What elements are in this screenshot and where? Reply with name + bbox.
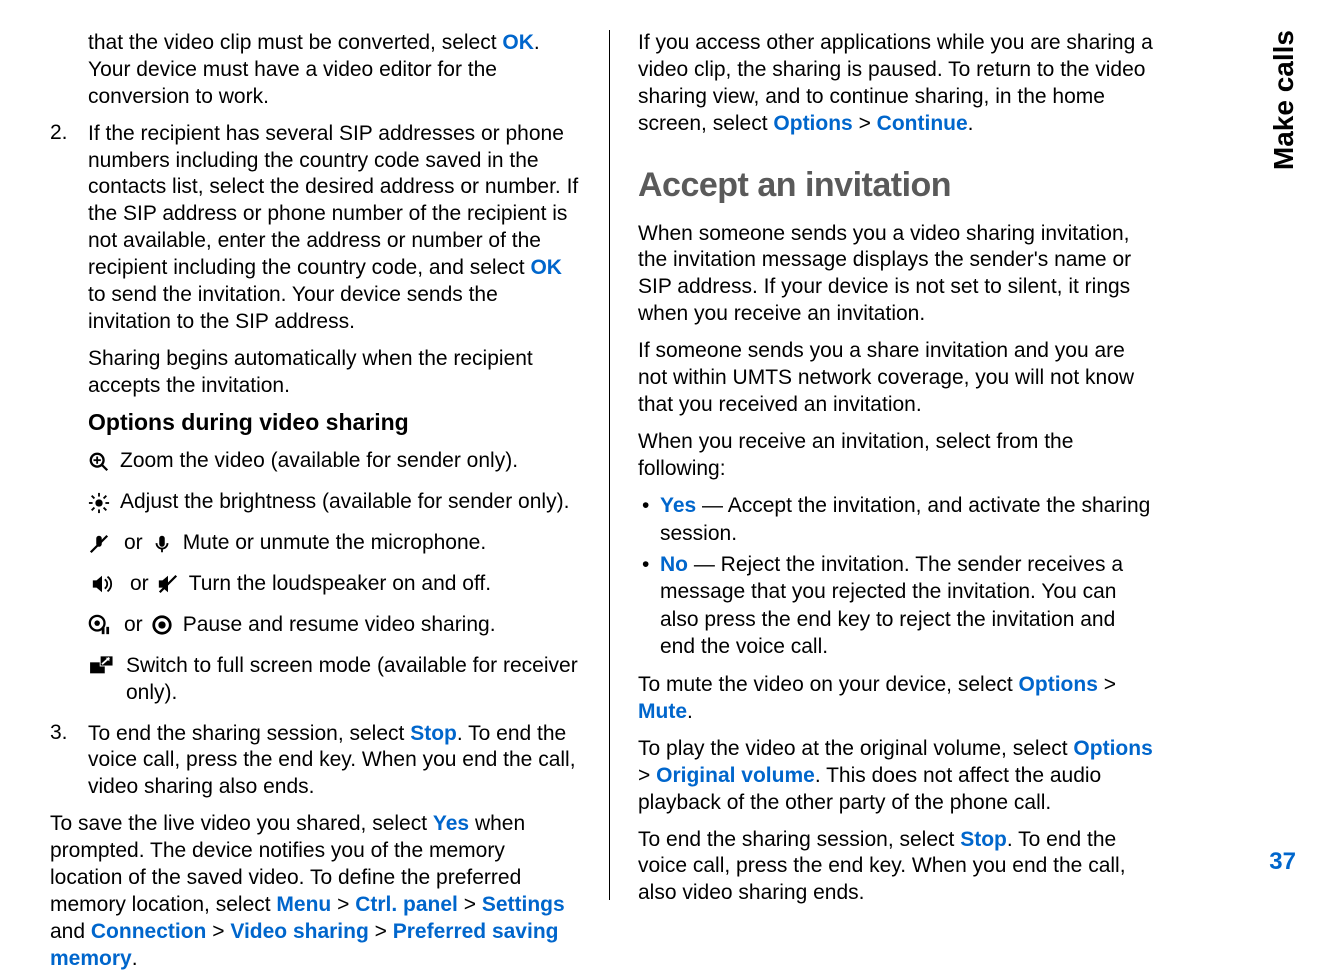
separator: > — [853, 112, 877, 135]
separator: > — [331, 893, 355, 916]
resume-icon — [151, 614, 173, 636]
action-stop: Stop — [410, 722, 457, 745]
action-stop: Stop — [960, 828, 1007, 851]
option-mute: or Mute or unmute the microphone. — [88, 530, 581, 557]
option-text: Zoom the video (available for sender onl… — [120, 448, 581, 475]
bullet-icon: • — [638, 492, 660, 547]
option-text: Mute or unmute the microphone. — [183, 530, 581, 557]
step-3: 3. To end the sharing session, select St… — [50, 721, 581, 802]
action-no: No — [660, 553, 688, 576]
fullscreen-icon — [88, 655, 116, 677]
step-3-body: To end the sharing session, select Stop.… — [88, 721, 581, 802]
action-menu: Menu — [276, 893, 331, 916]
text: To mute the video on your device, select — [638, 673, 1019, 696]
step-number: 2. — [50, 121, 88, 336]
speaker-on-icon — [88, 573, 116, 595]
option-fullscreen: Switch to full screen mode (available fo… — [88, 653, 581, 707]
paragraph-convert: that the video clip must be converted, s… — [88, 30, 581, 111]
action-ok: OK — [530, 256, 562, 279]
text: that the video clip must be converted, s… — [88, 31, 502, 54]
mic-icon — [151, 533, 173, 555]
option-text: Pause and resume video sharing. — [183, 612, 581, 639]
option-brightness: Adjust the brightness (available for sen… — [88, 489, 581, 516]
step-2: 2. If the recipient has several SIP addr… — [50, 121, 581, 336]
paragraph-other-apps: If you access other applications while y… — [638, 30, 1153, 138]
paragraph-invitation-intro: When someone sends you a video sharing i… — [638, 221, 1153, 329]
bullet-body: No — Reject the invitation. The sender r… — [660, 551, 1153, 660]
action-options: Options — [1019, 673, 1098, 696]
or-text: or — [124, 530, 143, 557]
separator: > — [206, 920, 230, 943]
text: To end the sharing session, select — [638, 828, 960, 851]
option-text: Switch to full screen mode (available fo… — [126, 653, 581, 707]
bullet-body: Yes — Accept the invitation, and activat… — [660, 492, 1153, 547]
paragraph-umts: If someone sends you a share invitation … — [638, 338, 1153, 419]
paragraph-save-video: To save the live video you shared, selec… — [50, 811, 581, 972]
heading-accept-invitation: Accept an invitation — [638, 166, 1153, 205]
or-text: or — [130, 571, 149, 598]
heading-options-video-sharing: Options during video sharing — [88, 409, 581, 436]
separator: > — [1098, 673, 1116, 696]
zoom-icon — [88, 451, 110, 473]
action-yes: Yes — [660, 494, 696, 517]
side-section-label: Make calls — [1268, 30, 1300, 170]
paragraph-original-volume: To play the video at the original volume… — [638, 736, 1153, 817]
bullet-icon: • — [638, 551, 660, 660]
speaker-off-icon — [157, 573, 179, 595]
pause-icon — [88, 614, 110, 636]
option-pause: or Pause and resume video sharing. — [88, 612, 581, 639]
step-number: 3. — [50, 721, 88, 802]
text: — Accept the invitation, and activate th… — [660, 494, 1150, 544]
text: To save the live video you shared, selec… — [50, 812, 433, 835]
text: If the recipient has several SIP address… — [88, 122, 578, 279]
text: and — [50, 920, 91, 943]
option-text: Adjust the brightness (available for sen… — [120, 489, 581, 516]
page-number: 37 — [1269, 848, 1296, 876]
bullet-yes: • Yes — Accept the invitation, and activ… — [638, 492, 1153, 547]
action-mute: Mute — [638, 700, 687, 723]
action-options: Options — [773, 112, 852, 135]
paragraph-sharing-begins: Sharing begins automatically when the re… — [88, 346, 581, 400]
paragraph-mute: To mute the video on your device, select… — [638, 672, 1153, 726]
action-video-sharing: Video sharing — [230, 920, 368, 943]
left-column: that the video clip must be converted, s… — [50, 30, 610, 900]
or-text: or — [124, 612, 143, 639]
action-settings: Settings — [482, 893, 565, 916]
text: — Reject the invitation. The sender rece… — [660, 553, 1123, 658]
right-column: If you access other applications while y… — [610, 30, 1175, 900]
action-options: Options — [1073, 737, 1152, 760]
action-ctrl-panel: Ctrl. panel — [355, 893, 458, 916]
option-text: Turn the loudspeaker on and off. — [189, 571, 581, 598]
separator: > — [458, 893, 482, 916]
brightness-icon — [88, 492, 110, 514]
mic-mute-icon — [88, 533, 110, 555]
action-continue: Continue — [877, 112, 968, 135]
text: to send the invitation. Your device send… — [88, 283, 498, 333]
bullet-no: • No — Reject the invitation. The sender… — [638, 551, 1153, 660]
page-content: that the video clip must be converted, s… — [50, 30, 1282, 900]
paragraph-end-sharing: To end the sharing session, select Stop.… — [638, 827, 1153, 908]
paragraph-select-following: When you receive an invitation, select f… — [638, 429, 1153, 483]
option-loudspeaker: or Turn the loudspeaker on and off. — [88, 571, 581, 598]
option-zoom: Zoom the video (available for sender onl… — [88, 448, 581, 475]
separator: > — [638, 764, 656, 787]
text: To play the video at the original volume… — [638, 737, 1073, 760]
action-original-volume: Original volume — [656, 764, 815, 787]
separator: > — [369, 920, 393, 943]
action-connection: Connection — [91, 920, 207, 943]
action-yes: Yes — [433, 812, 469, 835]
text: . — [132, 947, 138, 970]
text: To end the sharing session, select — [88, 722, 410, 745]
action-ok: OK — [502, 31, 534, 54]
step-2-body: If the recipient has several SIP address… — [88, 121, 581, 336]
text: . — [968, 112, 974, 135]
text: . — [687, 700, 693, 723]
